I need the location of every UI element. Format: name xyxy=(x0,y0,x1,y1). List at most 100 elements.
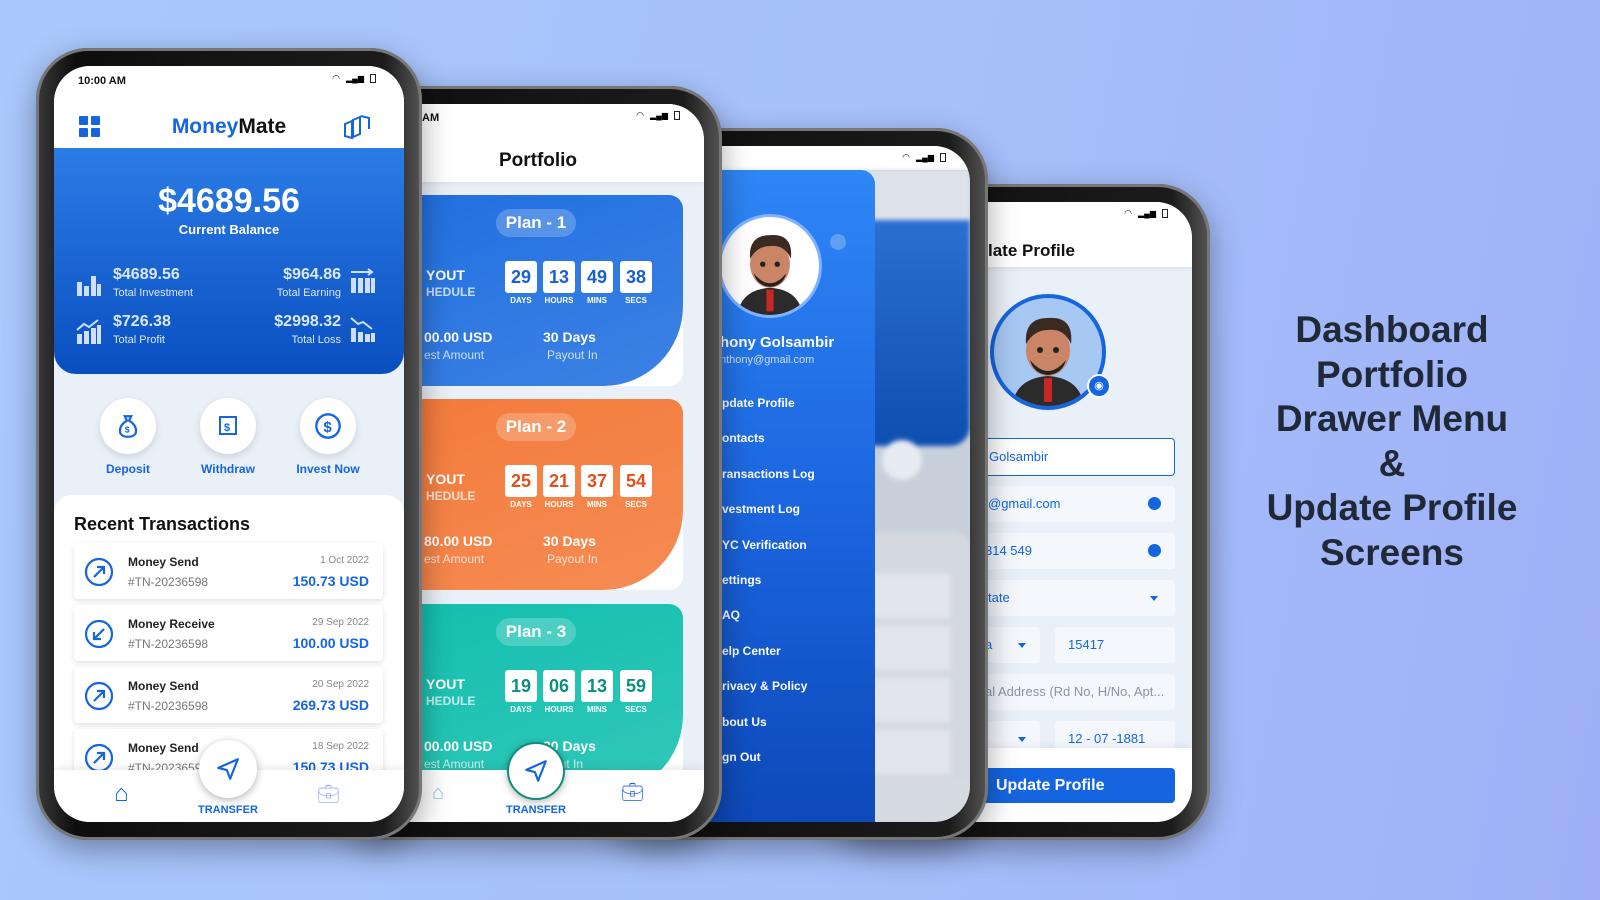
state-value: tate xyxy=(988,590,1010,605)
status-icons: ◠ ▂▄▆ xyxy=(332,73,376,84)
wifi-icon: ◠ xyxy=(1124,208,1133,218)
deposit-button[interactable]: $ xyxy=(100,398,156,454)
drawer-menu-item[interactable]: elp Center xyxy=(722,644,781,658)
invest-amount: 00.00 USD xyxy=(424,329,493,345)
transfer-button[interactable] xyxy=(507,742,565,800)
countdown-value: 19 xyxy=(505,670,537,702)
transaction-date: 1 Oct 2022 xyxy=(320,555,369,566)
earning-chart-icon xyxy=(350,268,376,299)
nav-home-icon[interactable]: ⌂ xyxy=(432,782,444,805)
countdown-value: 21 xyxy=(543,465,575,497)
loss-chart-icon xyxy=(350,316,376,347)
wifi-icon: ◠ xyxy=(902,152,911,162)
countdown-value: 38 xyxy=(620,261,652,293)
headline-line: Screens xyxy=(1320,531,1464,573)
status-time: 10:00 AM xyxy=(78,75,126,87)
battery-icon xyxy=(370,74,376,83)
current-balance: $4689.56 xyxy=(158,182,300,220)
plan-name: Plan - 3 xyxy=(496,618,576,646)
transaction-title: Money Receive xyxy=(128,617,215,631)
payout-schedule-label: YOUT xyxy=(426,471,465,487)
drawer-menu-item[interactable]: ransactions Log xyxy=(722,467,815,481)
send-icon xyxy=(217,758,239,780)
drawer-menu-item[interactable]: gn Out xyxy=(722,750,761,764)
drawer-user-email: nthony@gmail.com xyxy=(720,354,815,366)
send-icon xyxy=(525,760,547,782)
decor-dot xyxy=(830,234,846,250)
dob-value: 12 - 07 -1881 xyxy=(1068,731,1146,746)
payout-schedule-label: YOUT xyxy=(426,676,465,692)
plan-name: Plan - 1 xyxy=(496,209,576,237)
stat-value: $4689.56 xyxy=(113,266,180,283)
verified-check-icon xyxy=(1148,497,1161,510)
blocks-icon[interactable] xyxy=(342,114,372,145)
nav-home-icon[interactable]: ⌂ xyxy=(114,780,129,808)
transfer-button[interactable] xyxy=(199,740,257,798)
drawer-menu-item[interactable]: rivacy & Policy xyxy=(722,679,807,693)
deposit-label[interactable]: Deposit xyxy=(78,462,178,476)
email-value: @gmail.com xyxy=(988,496,1061,511)
countdown-value: 13 xyxy=(543,261,575,293)
chevron-down-icon xyxy=(1018,737,1026,742)
drawer-menu-item[interactable]: vestment Log xyxy=(722,502,800,516)
countdown-value: 06 xyxy=(543,670,575,702)
payout-schedule-label: HEDULE xyxy=(426,285,476,299)
nav-transfer-label[interactable]: TRANSFER xyxy=(198,804,258,816)
countdown-value: 29 xyxy=(505,261,537,293)
stat-label: Total Profit xyxy=(113,334,165,346)
nav-briefcase-icon[interactable]: 💼︎ xyxy=(621,782,644,803)
signal-icon: ▂▄▆ xyxy=(346,74,364,83)
app-header: 10:00 AM ◠ ▂▄▆ MoneyMate xyxy=(54,66,404,148)
countdown-label: MINS xyxy=(587,296,607,305)
battery-icon xyxy=(1162,209,1168,218)
countdown-label: HOURS xyxy=(544,500,574,509)
stat-value: $2998.32 xyxy=(274,313,341,330)
drawer-avatar[interactable] xyxy=(718,214,822,318)
drawer-menu-item[interactable]: ettings xyxy=(722,573,761,587)
stat-label: Total Earning xyxy=(276,287,341,299)
camera-icon[interactable]: ◉ xyxy=(1087,374,1111,398)
status-time: AM xyxy=(422,112,440,124)
transaction-row[interactable]: Money Send #TN-20236598 20 Sep 2022 269.73 … xyxy=(74,667,383,723)
payout-schedule-label: HEDULE xyxy=(426,694,476,708)
countdown-value: 59 xyxy=(620,670,652,702)
countdown-label: SECS xyxy=(625,296,647,305)
drawer-menu-item[interactable]: AQ xyxy=(722,608,740,622)
countdown-label: DAYS xyxy=(510,500,532,509)
invest-now-button[interactable]: $ xyxy=(300,398,356,454)
drawer-menu-item[interactable]: pdate Profile xyxy=(722,396,795,410)
name-value: Golsambir xyxy=(989,449,1049,464)
status-icons: ◠ ▂▄▆ xyxy=(902,152,946,163)
svg-text:$: $ xyxy=(224,422,230,434)
countdown-label: MINS xyxy=(587,705,607,714)
invest-amount: 00.00 USD xyxy=(424,738,493,754)
countdown-label: SECS xyxy=(625,705,647,714)
battery-icon xyxy=(940,153,946,162)
drawer-menu-item[interactable]: bout Us xyxy=(722,715,767,729)
withdraw-label[interactable]: Withdraw xyxy=(178,462,278,476)
invest-now-label[interactable]: Invest Now xyxy=(278,462,378,476)
headline-line: Portfolio xyxy=(1315,353,1469,395)
drawer-menu-item[interactable]: YC Verification xyxy=(722,538,807,552)
transaction-date: 18 Sep 2022 xyxy=(312,741,369,752)
transaction-amount: 100.00 USD xyxy=(292,635,369,651)
countdown-label: SECS xyxy=(625,500,647,509)
countdown-label: MINS xyxy=(587,500,607,509)
transaction-row[interactable]: Money Send #TN-20236598 1 Oct 2022 150.73 U… xyxy=(74,543,383,599)
status-icons: ◠ ▂▄▆ xyxy=(1124,208,1168,219)
invest-amount-label: est Amount xyxy=(424,757,485,771)
drawer-menu-item[interactable]: ontacts xyxy=(722,431,765,445)
headline-line: Update Profile xyxy=(1266,487,1518,528)
nav-transfer-label[interactable]: TRANSFER xyxy=(506,804,566,816)
countdown-label: HOURS xyxy=(544,296,574,305)
zip-field[interactable]: 15417 xyxy=(1055,627,1175,663)
withdraw-button[interactable]: $ xyxy=(200,398,256,454)
current-balance-label: Current Balance xyxy=(178,222,280,237)
countdown-value: 37 xyxy=(581,465,613,497)
countdown-value: 54 xyxy=(620,465,652,497)
arrow-down-left-icon xyxy=(84,619,114,654)
nav-briefcase-icon[interactable]: 💼︎ xyxy=(317,784,340,805)
stat-value: $726.38 xyxy=(113,313,171,330)
transaction-row[interactable]: Money Receive #TN-20236598 29 Sep 2022 100.… xyxy=(74,605,383,661)
countdown-label: DAYS xyxy=(510,705,532,714)
